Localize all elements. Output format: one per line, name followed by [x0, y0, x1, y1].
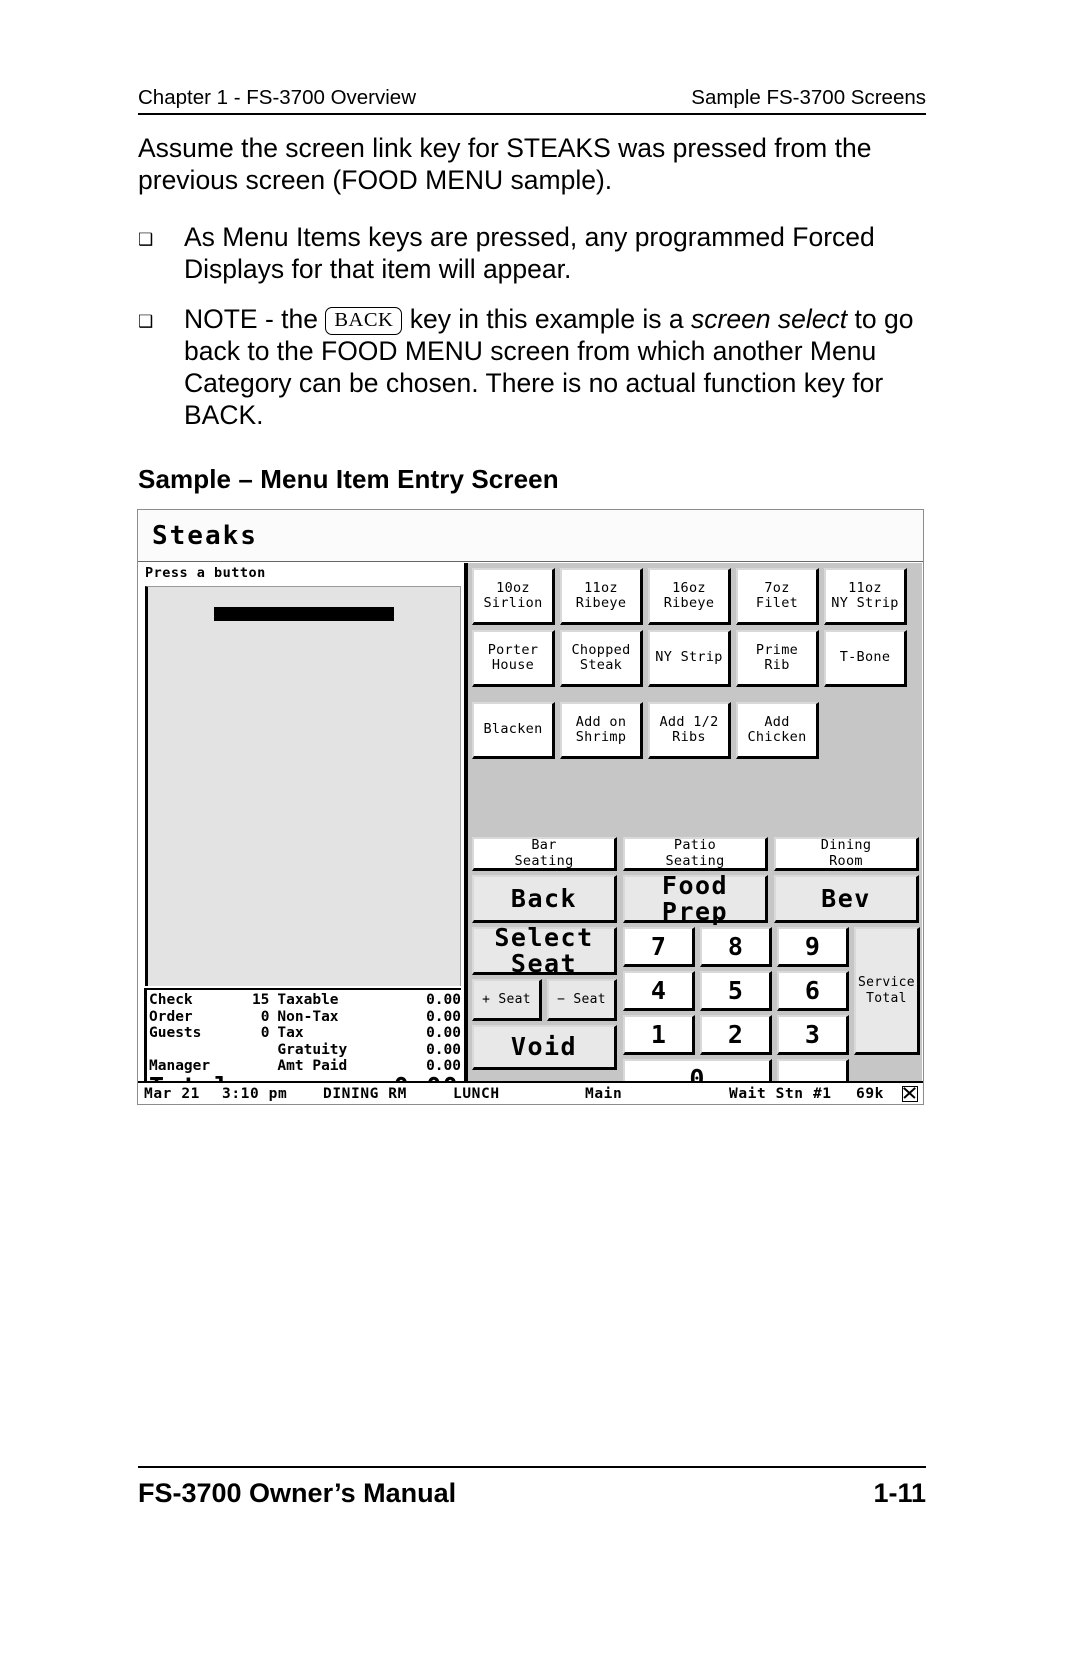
- back-keycap: BACK: [325, 307, 403, 335]
- section-heading: Sample – Menu Item Entry Screen: [138, 464, 559, 494]
- add-seat-key[interactable]: + Seat: [472, 979, 542, 1021]
- keypad-key-9[interactable]: 9: [777, 927, 849, 967]
- totals-label: Guests: [149, 1025, 202, 1041]
- footer-page-number: 1-11: [873, 1478, 926, 1508]
- back-screen-key[interactable]: Back: [472, 875, 617, 923]
- menu-item-key[interactable]: 11oz NY Strip: [824, 568, 907, 625]
- seating-key-patio[interactable]: Patio Seating: [623, 837, 768, 871]
- totals-value: [236, 1058, 278, 1075]
- totals-label-2: Taxable: [277, 992, 339, 1008]
- press-a-button-label: Press a button: [145, 565, 266, 581]
- bullet-marker-icon: ❑: [138, 230, 154, 249]
- void-key[interactable]: Void: [472, 1025, 617, 1070]
- keypad-key-6[interactable]: 6: [777, 971, 849, 1011]
- totals-value-2: 0.00: [426, 992, 461, 1008]
- status-memory: 69k: [856, 1085, 884, 1102]
- crossed-box-icon: [902, 1086, 918, 1102]
- select-seat-key[interactable]: Select Seat: [472, 924, 617, 976]
- totals-value-2: 0.00: [426, 1025, 461, 1041]
- note-emphasis: screen select: [691, 304, 848, 334]
- check-totals: Check 15 Taxable 0.00 Order 0 Non-Tax 0.…: [144, 988, 461, 1098]
- status-meal-period: LUNCH: [453, 1085, 500, 1102]
- menu-item-key[interactable]: 7oz Filet: [736, 568, 819, 625]
- totals-label-2: Non-Tax: [277, 1008, 339, 1025]
- keypad-key-3[interactable]: 3: [777, 1015, 849, 1055]
- pos-status-bar: Mar 21 3:10 pm DINING RM LUNCH Main Wait…: [138, 1081, 923, 1104]
- status-time: 3:10 pm: [222, 1085, 288, 1102]
- menu-item-key[interactable]: Porter House: [472, 630, 555, 687]
- menu-item-key[interactable]: Add 1/2 Ribs: [648, 702, 731, 759]
- menu-item-key[interactable]: NY Strip: [648, 630, 731, 687]
- status-screen-name: Main: [585, 1085, 623, 1102]
- totals-value-2: 0.00: [426, 1041, 461, 1058]
- totals-row: Order 0 Non-Tax 0.00: [147, 1009, 461, 1026]
- bullet-marker-icon: ❑: [138, 312, 154, 331]
- seating-key-dining[interactable]: Dining Room: [774, 837, 919, 871]
- bullet-text-2: NOTE - the BACK key in this example is a…: [184, 303, 938, 431]
- totals-value: 15: [251, 992, 270, 1008]
- remove-seat-key[interactable]: − Seat: [547, 979, 617, 1021]
- touchscreen-keys-region: 10oz Sirlion 11oz Ribeye 16oz Ribeye 7oz…: [464, 563, 922, 1099]
- running-head-right: Sample FS-3700 Screens: [691, 86, 926, 109]
- keypad-key-8[interactable]: 8: [700, 927, 772, 967]
- totals-label-2: Gratuity: [277, 1041, 348, 1058]
- note-mid: key in this example is a: [402, 304, 692, 334]
- running-head-rule: [138, 113, 926, 115]
- running-head: Chapter 1 - FS-3700 Overview Sample FS-3…: [138, 86, 926, 110]
- totals-label: [149, 1042, 236, 1059]
- menu-item-key[interactable]: Prime Rib: [736, 630, 819, 687]
- selected-line-highlight: [214, 607, 394, 621]
- menu-item-key[interactable]: T-Bone: [824, 630, 907, 687]
- bullet-item-2: ❑ NOTE - the BACK key in this example is…: [138, 303, 938, 431]
- totals-label: Order: [149, 1008, 193, 1025]
- totals-label: Check: [149, 992, 193, 1008]
- manual-page: Chapter 1 - FS-3700 Overview Sample FS-3…: [0, 0, 1080, 1669]
- status-revenue-center: DINING RM: [323, 1085, 407, 1102]
- totals-row: Check 15 Taxable 0.00: [147, 992, 461, 1009]
- order-detail-list[interactable]: [145, 586, 461, 986]
- totals-value-2: 0.00: [426, 1008, 461, 1025]
- check-detail-pane: Press a button Check 15 Taxable 0.00 Ord…: [141, 563, 463, 1098]
- keypad-key-4[interactable]: 4: [623, 971, 695, 1011]
- totals-label-2: Tax: [277, 1025, 304, 1041]
- food-prep-key[interactable]: Food Prep: [623, 872, 768, 924]
- bullet-text-1: As Menu Items keys are pressed, any prog…: [184, 222, 875, 284]
- totals-value: 0: [260, 1008, 270, 1025]
- menu-item-key[interactable]: 11oz Ribeye: [560, 568, 643, 625]
- keypad-key-2[interactable]: 2: [700, 1015, 772, 1055]
- service-total-key[interactable]: Service Total: [854, 927, 920, 1055]
- note-prefix: NOTE - the: [184, 304, 326, 334]
- menu-item-key[interactable]: Chopped Steak: [560, 630, 643, 687]
- menu-item-key[interactable]: 16oz Ribeye: [648, 568, 731, 625]
- status-date: Mar 21: [144, 1085, 200, 1102]
- totals-row: Gratuity 0.00: [147, 1042, 461, 1059]
- running-head-left: Chapter 1 - FS-3700 Overview: [138, 86, 417, 109]
- menu-item-key[interactable]: Add on Shrimp: [560, 702, 643, 759]
- pos-screen-figure: Steaks Press a button Check 15 Taxable 0…: [137, 509, 924, 1105]
- totals-value: 0: [260, 1025, 270, 1041]
- keypad-key-1[interactable]: 1: [623, 1015, 695, 1055]
- totals-value: [236, 1042, 278, 1059]
- totals-label-2: Amt Paid: [277, 1058, 348, 1074]
- seating-key-bar[interactable]: Bar Seating: [472, 837, 617, 871]
- menu-item-key[interactable]: Add Chicken: [736, 702, 819, 759]
- keypad-key-7[interactable]: 7: [623, 927, 695, 967]
- status-station: Wait Stn #1: [729, 1085, 832, 1102]
- pos-screen-title: Steaks: [138, 510, 923, 562]
- menu-item-key[interactable]: Blacken: [472, 702, 555, 759]
- page-footer: FS-3700 Owner’s Manual 1-11: [138, 1478, 926, 1509]
- footer-rule: [138, 1466, 926, 1468]
- beverage-key[interactable]: Bev: [774, 875, 919, 923]
- bullet-item-1: ❑ As Menu Items keys are pressed, any pr…: [138, 221, 938, 285]
- menu-item-key[interactable]: 10oz Sirlion: [472, 568, 555, 625]
- keypad-key-5[interactable]: 5: [700, 971, 772, 1011]
- footer-manual-title: FS-3700 Owner’s Manual: [138, 1478, 457, 1508]
- totals-row: Guests 0 Tax 0.00: [147, 1025, 461, 1042]
- intro-paragraph: Assume the screen link key for STEAKS wa…: [138, 133, 872, 195]
